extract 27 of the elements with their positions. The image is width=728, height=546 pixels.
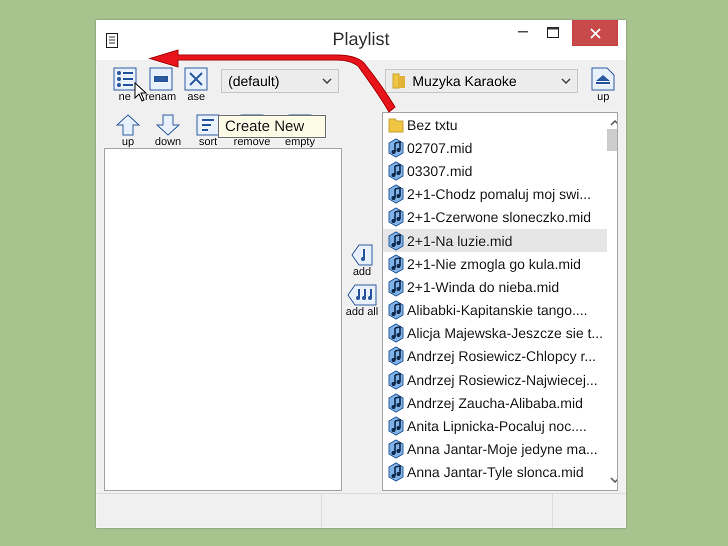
file-item[interactable]: 2+1-Czerwone sloneczko.mid	[383, 206, 608, 229]
folder-dropdown[interactable]: Muzyka Karaoke	[385, 69, 578, 93]
file-item[interactable]: 2+1-Chodz pomaluj moj swi...	[383, 182, 608, 206]
file-item[interactable]: 2+1-Nie zmogla go kula.mid	[383, 252, 608, 276]
file-item[interactable]: Andrzej Rosiewicz-Chlopcy r...	[383, 344, 608, 368]
file-item[interactable]: Alibabki-Kapitanskie tango....	[383, 298, 608, 322]
window-title: Playlist	[332, 29, 390, 50]
file-item[interactable]: 02707.mid	[383, 136, 608, 160]
transfer-button[interactable]: add	[351, 244, 373, 278]
file-item[interactable]: Bez txtu	[383, 113, 608, 136]
toolbar-button[interactable]: renam	[146, 67, 176, 103]
file-item[interactable]: Anna Jantar-Tyle slonca.mid	[383, 460, 608, 484]
up-button[interactable]: up	[588, 67, 618, 103]
playlist-dropdown[interactable]: (default)	[221, 69, 340, 93]
file-item[interactable]: Anna Jantar-Moje jedyne ma...	[383, 438, 608, 461]
toolbar-button[interactable]: ase	[182, 67, 212, 103]
list-tool-button[interactable]: up	[112, 114, 144, 148]
file-item[interactable]: Anita Lipnicka-Pocaluj noc....	[383, 414, 608, 438]
file-item[interactable]: Alicja Majewska-Jeszcze sie t...	[383, 322, 608, 345]
tooltip: Create New	[218, 115, 326, 138]
file-item[interactable]: 2+1-Na luzie.mid	[383, 228, 608, 252]
file-item[interactable]: 2+1-Winda do nieba.mid	[383, 275, 608, 298]
transfer-button[interactable]: add all	[346, 284, 378, 318]
file-item[interactable]: 03307.mid	[383, 159, 608, 183]
file-item[interactable]: Andrzej Zaucha-Alibaba.mid	[383, 391, 608, 414]
file-item[interactable]: Andrzej Rosiewicz-Najwiecej...	[383, 368, 608, 392]
list-tool-button[interactable]: down	[152, 114, 184, 148]
